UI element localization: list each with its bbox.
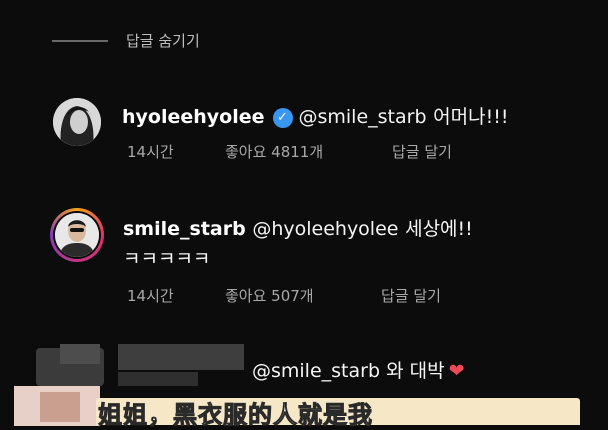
- comment-text-line2: ㅋㅋㅋㅋㅋ: [123, 248, 211, 270]
- likes-count[interactable]: 좋아요 507개: [225, 285, 314, 306]
- avatar-smile-starb[interactable]: [50, 208, 104, 262]
- reply-button[interactable]: 답글 달기: [381, 285, 441, 306]
- timestamp: 14시간: [127, 287, 174, 305]
- avatar-ring: [53, 211, 101, 259]
- verified-badge-icon: ✓: [272, 108, 293, 128]
- blurred-block: [118, 372, 198, 386]
- comment-text: 와 대박: [386, 360, 445, 382]
- avatar-photo: [55, 213, 99, 257]
- mention-link[interactable]: @smile_starb: [299, 106, 427, 128]
- mention-link[interactable]: @smile_starb: [252, 360, 380, 382]
- bottom-comment: @smile_starb 와 대박 ❤ 姐姐，黑衣服的人就是我: [0, 338, 608, 430]
- comment-text: 어머나!!!: [433, 106, 509, 128]
- video-subtitle-bar: 姐姐，黑衣服的人就是我: [96, 398, 580, 430]
- username[interactable]: hyoleehyolee: [122, 106, 265, 128]
- blurred-block: [40, 392, 80, 422]
- comment-text: 세상에!!: [405, 218, 473, 240]
- likes-count[interactable]: 좋아요 4811개: [225, 141, 323, 162]
- hide-replies-row[interactable]: 답글 숨기기: [52, 30, 200, 51]
- mention-link[interactable]: @hyoleehyolee: [252, 218, 398, 240]
- comment-line: hyoleehyolee ✓ @smile_starb 어머나!!!: [122, 102, 508, 129]
- heart-icon: ❤: [448, 360, 465, 382]
- comment-line: smile_starb @hyoleehyolee 세상에!!: [123, 214, 473, 241]
- username[interactable]: smile_starb: [123, 218, 246, 240]
- timestamp: 14시간: [127, 143, 174, 161]
- hide-replies-button[interactable]: 답글 숨기기: [126, 30, 200, 51]
- blurred-block: [60, 344, 100, 364]
- reply-button[interactable]: 답글 달기: [392, 141, 452, 162]
- replies-divider-line: [52, 39, 108, 42]
- blurred-username: [118, 344, 244, 370]
- bottom-comment-text: @smile_starb 와 대박 ❤: [252, 356, 464, 383]
- avatar-hyoleehyolee[interactable]: [53, 98, 101, 146]
